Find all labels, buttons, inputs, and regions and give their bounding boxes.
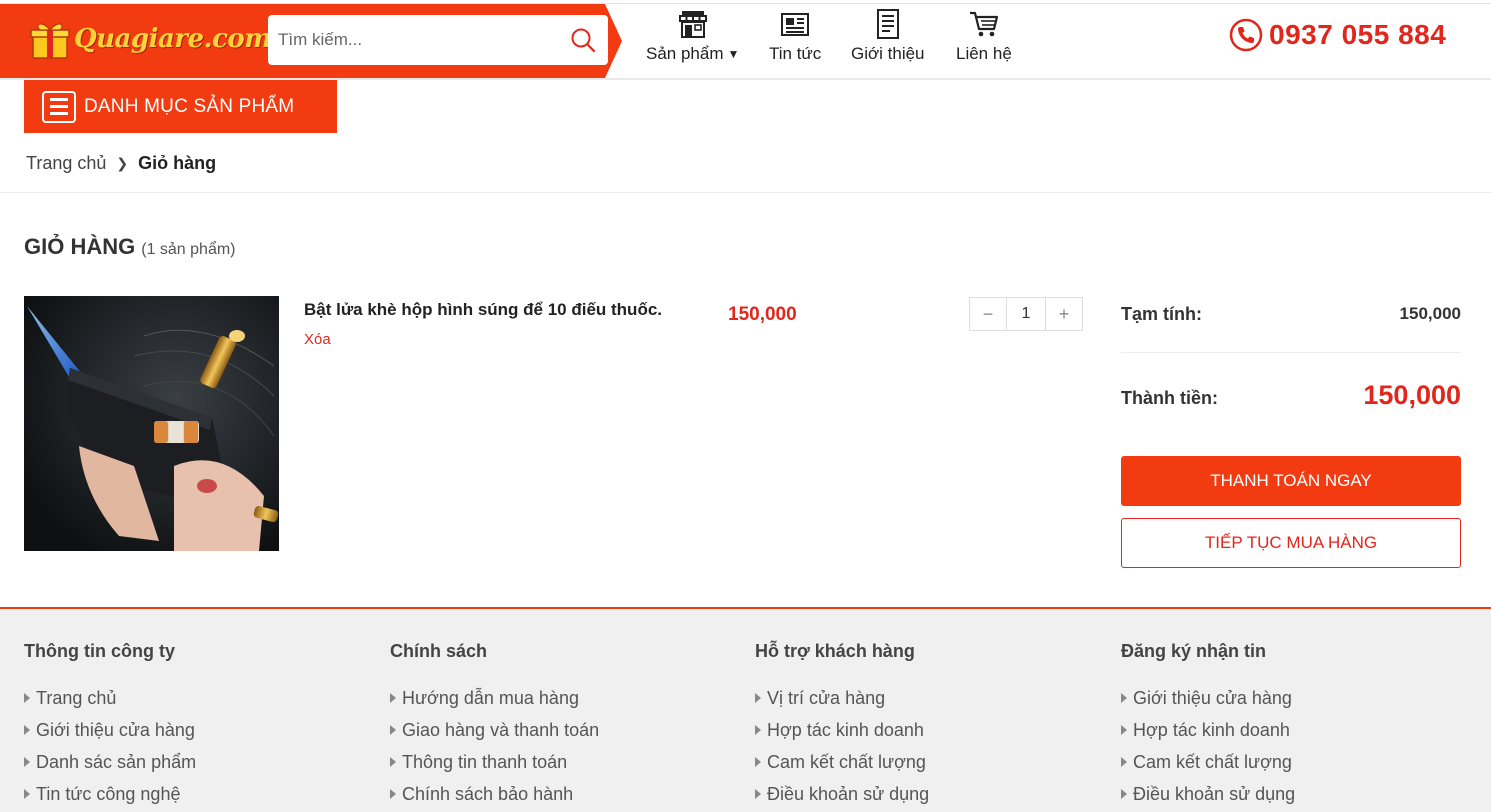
caret-right-icon [390,693,396,703]
nav-about-label: Giới thiệu [851,44,925,63]
footer-column-support: Hỗ trợ khách hàng Vị trí cửa hàng Hợp tá… [755,641,929,810]
continue-shopping-button[interactable]: TIẾP TỤC MUA HÀNG [1121,518,1461,568]
quantity-stepper: − + [969,297,1083,331]
nav-contact[interactable]: Liên hệ [956,8,1012,72]
category-menu-button[interactable]: DANH MỤC SẢN PHẨM [24,80,337,133]
chevron-right-icon: ❯ [116,155,129,171]
quantity-input[interactable] [1006,298,1046,330]
footer-link[interactable]: Cam kết chất lượng [755,746,929,778]
caret-right-icon [1121,757,1127,767]
caret-right-icon [24,693,30,703]
subtotal-row: Tạm tính: 150,000 [1121,296,1461,332]
footer-column-company: Thông tin công ty Trang chủ Giới thiệu c… [24,641,196,810]
search-bar [268,15,608,65]
footer-column-title: Đăng ký nhận tin [1121,641,1267,661]
newspaper-icon [781,13,810,36]
breadcrumb: Trang chủ ❯ Giỏ hàng [26,153,216,174]
footer-column-newsletter: Đăng ký nhận tin Giới thiệu cửa hàng Hợp… [1121,641,1295,810]
breadcrumb-home[interactable]: Trang chủ [26,153,106,174]
nav-contact-label: Liên hệ [956,44,1012,63]
caret-right-icon [24,789,30,799]
product-name[interactable]: Bật lửa khè hộp hình súng để 10 điếu thu… [304,300,662,320]
total-label: Thành tiền: [1121,387,1218,408]
cart-heading: GIỎ HÀNG (1 sản phẩm) [24,234,236,260]
category-menu-label: DANH MỤC SẢN PHẨM [84,95,295,117]
nav-news-label: Tin tức [769,44,822,63]
store-icon [678,11,707,38]
total-value: 150,000 [1363,379,1461,410]
caret-right-icon [1121,789,1127,799]
phone-icon [1229,18,1263,52]
footer-link[interactable]: Hợp tác kinh doanh [1121,714,1295,746]
total-row: Thành tiền: 150,000 [1121,353,1461,437]
caret-right-icon [755,789,761,799]
footer-link[interactable]: Tin tức công nghệ [24,778,196,810]
footer-link[interactable]: Chính sách bảo hành [390,778,599,810]
nav-products[interactable]: Sản phẩm ▼ [646,8,739,72]
phone-number: 0937 055 884 [1269,19,1447,50]
nav-products-label: Sản phẩm [646,44,724,63]
footer-link[interactable]: Danh sác sản phẩm [24,746,196,778]
footer-column-title: Thông tin công ty [24,641,175,661]
footer-link[interactable]: Giới thiệu cửa hàng [24,714,196,746]
subtotal-value: 150,000 [1399,304,1461,323]
caret-right-icon [755,725,761,735]
page-title: GIỎ HÀNG [24,234,136,259]
footer-link[interactable]: Hướng dẫn mua hàng [390,682,599,714]
caret-right-icon [755,757,761,767]
site-header: Quagiare.com Sản phẩm ▼ [0,0,1491,80]
footer-link[interactable]: Hợp tác kinh doanh [755,714,929,746]
footer-link[interactable]: Trang chủ [24,682,196,714]
footer-link[interactable]: Vị trí cửa hàng [755,682,929,714]
cart-item-count: (1 sản phẩm) [141,241,236,258]
search-icon[interactable] [570,27,596,53]
site-footer: Thông tin công ty Trang chủ Giới thiệu c… [0,607,1491,812]
menu-icon [42,90,76,123]
logo-text: Quagiare.com [74,24,272,54]
gift-box-icon [30,18,70,60]
footer-link[interactable]: Cam kết chất lượng [1121,746,1295,778]
footer-link[interactable]: Thông tin thanh toán [390,746,599,778]
checkout-button[interactable]: THANH TOÁN NGAY [1121,456,1461,506]
nav-about[interactable]: Giới thiệu [851,8,925,72]
caret-right-icon [1121,725,1127,735]
caret-right-icon [755,693,761,703]
product-price: 150,000 [728,304,797,325]
footer-link[interactable]: Điều khoản sử dụng [755,778,929,810]
footer-link[interactable]: Điều khoản sử dụng [1121,778,1295,810]
breadcrumb-current: Giỏ hàng [138,153,217,173]
breadcrumb-divider [0,192,1491,193]
footer-link[interactable]: Giao hàng và thanh toán [390,714,599,746]
order-summary: Tạm tính: 150,000 Thành tiền: 150,000 [1121,296,1461,437]
search-input[interactable] [278,30,558,50]
site-logo[interactable]: Quagiare.com [30,14,272,64]
hotline[interactable]: 0937 055 884 [1229,18,1446,52]
nav-news[interactable]: Tin tức [769,8,821,72]
product-image[interactable] [24,296,279,551]
plus-icon[interactable]: + [1046,298,1082,330]
caret-right-icon [24,757,30,767]
chevron-down-icon: ▼ [727,47,740,61]
caret-right-icon [390,757,396,767]
caret-right-icon [390,789,396,799]
remove-item-link[interactable]: Xóa [304,331,331,348]
subtotal-label: Tạm tính: [1121,303,1202,324]
caret-right-icon [390,725,396,735]
caret-right-icon [24,725,30,735]
footer-column-title: Chính sách [390,641,488,661]
footer-link[interactable]: Giới thiệu cửa hàng [1121,682,1295,714]
footer-column-policy: Chính sách Hướng dẫn mua hàng Giao hàng … [390,641,599,810]
caret-right-icon [1121,693,1127,703]
cart-icon [969,11,998,37]
minus-icon[interactable]: − [970,298,1006,330]
document-icon [876,9,899,39]
header-top-line [0,3,1491,4]
footer-column-title: Hỗ trợ khách hàng [755,641,915,661]
